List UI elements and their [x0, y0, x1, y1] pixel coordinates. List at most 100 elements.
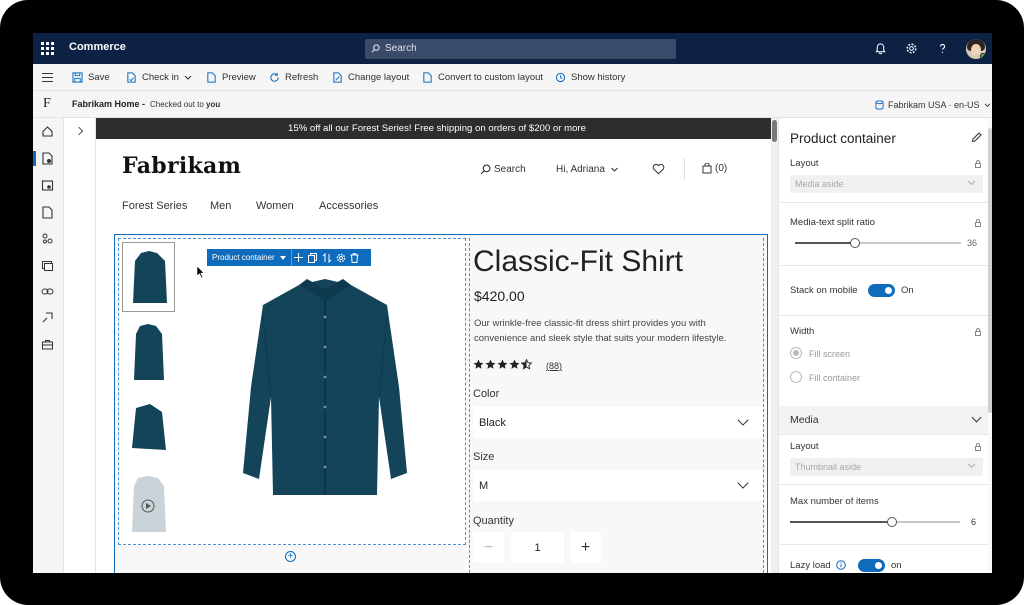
split-ratio-label: Media-text split ratio [790, 217, 876, 228]
user-avatar[interactable] [966, 39, 986, 59]
global-search[interactable]: Search [365, 39, 676, 59]
mouse-cursor-icon [197, 266, 205, 278]
properties-panel: Product container Layout Media aside Med… [778, 118, 992, 573]
chevron-down-icon [611, 167, 618, 172]
layout-section: Layout Media aside [779, 153, 988, 203]
greeting: Hi, Adriana [556, 164, 605, 175]
convert-label: Convert to custom layout [438, 72, 544, 83]
half-star-icon [521, 359, 532, 370]
product-title: Classic-Fit Shirt [473, 245, 684, 278]
chevron-down-icon [971, 412, 982, 423]
save-button[interactable]: Save [72, 64, 110, 91]
layout-dropdown[interactable]: Media aside [790, 175, 983, 193]
refresh-button[interactable]: Refresh [269, 64, 318, 91]
split-ratio-slider[interactable] [795, 238, 961, 248]
review-count-link[interactable]: (88) [546, 361, 562, 371]
nav-item-men[interactable]: Men [210, 200, 231, 212]
fill-screen-radio[interactable] [790, 347, 802, 359]
promo-banner: 15% off all our Forest Series! Free ship… [96, 118, 778, 139]
quantity-value[interactable]: 1 [511, 532, 564, 563]
media-layout-value: Thumbnail aside [795, 462, 862, 472]
help-icon[interactable] [936, 42, 949, 55]
move-icon[interactable] [320, 249, 334, 266]
pencil-icon[interactable] [971, 132, 982, 143]
document-icon[interactable] [41, 206, 54, 219]
size-select[interactable]: M [473, 470, 763, 501]
module-selector[interactable]: Product container [207, 249, 292, 266]
delete-icon[interactable] [348, 249, 362, 266]
site-search[interactable]: Search [480, 164, 526, 175]
bell-icon[interactable] [874, 42, 887, 55]
fragments-icon[interactable] [41, 179, 54, 192]
site-logo[interactable]: Fabrikam [122, 153, 241, 179]
slider-thumb[interactable] [887, 517, 897, 527]
star-icon [473, 359, 484, 369]
fill-container-label: Fill container [809, 373, 861, 383]
checkout-status-user: you [206, 100, 221, 109]
home-icon[interactable] [41, 125, 54, 138]
preview-button[interactable]: Preview [206, 64, 256, 91]
account-menu[interactable]: Hi, Adriana [556, 164, 619, 175]
menu-icon[interactable] [42, 73, 53, 82]
gear-icon[interactable] [905, 42, 918, 55]
cart-button[interactable]: (0) [702, 163, 727, 174]
history-icon [555, 72, 566, 83]
lazy-load-toggle[interactable] [858, 559, 885, 572]
refresh-icon [270, 72, 279, 82]
canvas-scrollbar[interactable] [771, 118, 778, 573]
max-items-slider[interactable] [790, 517, 960, 527]
thumbnail-video[interactable] [122, 470, 175, 540]
chevron-down-icon [737, 477, 749, 489]
url-icon[interactable] [41, 311, 54, 324]
copy-icon[interactable] [306, 249, 320, 266]
media-layout-dropdown[interactable]: Thumbnail aside [790, 458, 983, 476]
toolbox-icon[interactable] [41, 338, 54, 351]
media-header-label: Media [790, 414, 819, 426]
change-layout-icon [333, 72, 342, 83]
info-icon[interactable] [836, 560, 846, 570]
page-preview: 15% off all our Forest Series! Free ship… [96, 118, 778, 573]
size-label: Size [473, 451, 495, 463]
max-items-section: Max number of items 6 [779, 485, 988, 545]
slider-thumb[interactable] [850, 238, 860, 248]
preview-icon [207, 72, 216, 83]
check-in-button[interactable]: Check in [126, 64, 192, 91]
color-select[interactable]: Black [473, 407, 763, 438]
expand-panel-icon[interactable] [74, 126, 84, 136]
media-library-icon[interactable] [41, 259, 54, 272]
nav-item-forest-series[interactable]: Forest Series [122, 200, 187, 212]
save-icon [72, 72, 83, 83]
thumbnail-1[interactable] [122, 242, 175, 312]
link-icon[interactable] [41, 285, 54, 298]
thumbnail-3[interactable] [122, 394, 175, 464]
panel-scrollbar[interactable] [988, 118, 992, 573]
lazy-load-state: on [891, 560, 902, 571]
layout-label: Layout [790, 158, 819, 169]
product-image[interactable] [239, 277, 411, 501]
show-history-button[interactable]: Show history [555, 64, 625, 91]
templates-icon[interactable] [41, 232, 54, 245]
nav-item-women[interactable]: Women [256, 200, 294, 212]
add-module-icon[interactable] [292, 249, 306, 266]
max-items-label: Max number of items [790, 496, 879, 507]
quantity-increase-button[interactable]: + [570, 532, 601, 563]
add-module-below-icon[interactable]: + [285, 551, 296, 562]
heart-icon[interactable] [652, 163, 665, 175]
app-launcher-icon[interactable] [39, 40, 55, 56]
rating-stars [473, 359, 532, 370]
media-section-header[interactable]: Media [779, 406, 988, 435]
convert-layout-button[interactable]: Convert to custom layout [422, 64, 543, 91]
change-layout-button[interactable]: Change layout [332, 64, 409, 91]
pages-icon[interactable] [41, 152, 54, 165]
channel-locale-selector[interactable]: Fabrikam USA · en-US [875, 100, 991, 110]
fill-container-radio[interactable] [790, 371, 802, 383]
star-icon [485, 359, 496, 369]
nav-item-accessories[interactable]: Accessories [319, 200, 378, 212]
stack-on-mobile-toggle[interactable] [868, 284, 895, 297]
show-history-label: Show history [571, 72, 626, 83]
lazy-load-label: Lazy load [790, 560, 831, 571]
thumbnail-2[interactable] [122, 318, 175, 388]
quantity-decrease-button[interactable]: − [473, 532, 504, 563]
stack-on-mobile-state: On [901, 285, 914, 296]
settings-icon[interactable] [334, 249, 348, 266]
